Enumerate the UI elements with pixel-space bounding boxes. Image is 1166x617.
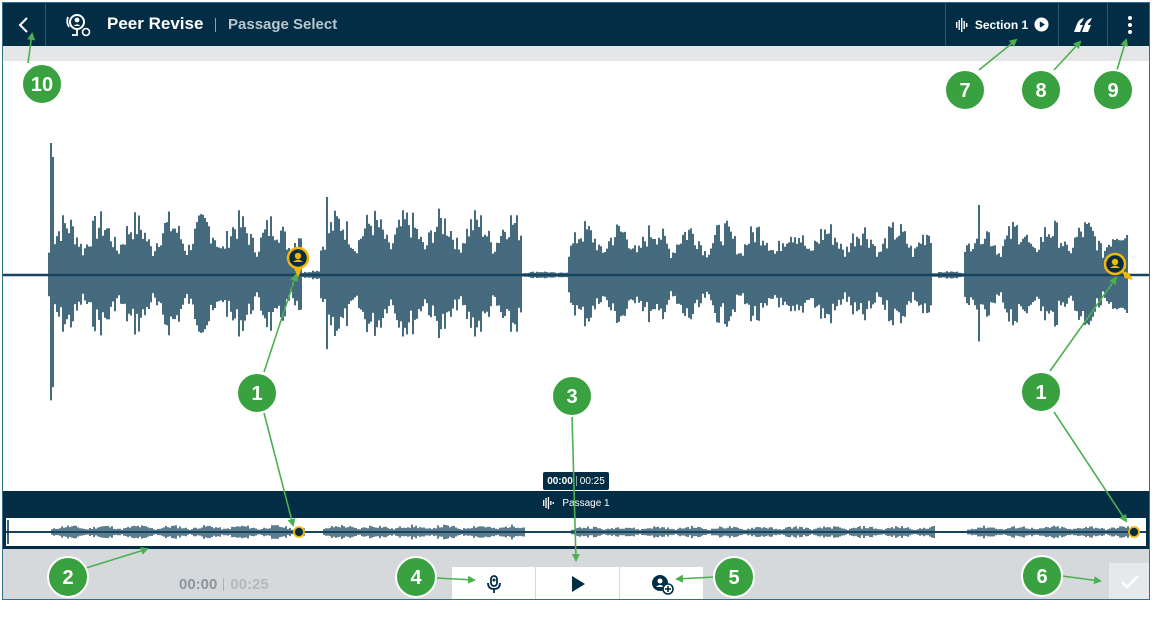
add-comment-button[interactable]: [620, 567, 703, 599]
checkmark-icon: [1121, 575, 1139, 589]
playback-controls: [452, 567, 703, 599]
quote-tool-button[interactable]: [1059, 3, 1107, 46]
time-display: 00:00 00:25: [179, 576, 269, 593]
play-button[interactable]: [536, 567, 620, 599]
quote-tool-icon: [1074, 17, 1092, 32]
marker-pin-icon: [1103, 252, 1133, 280]
peer-revise-icon: [66, 13, 91, 36]
overview-start-marker[interactable]: [293, 526, 305, 538]
more-menu-button[interactable]: [1108, 3, 1149, 46]
tooltip-current-time: 00:00: [547, 475, 573, 487]
kebab-menu-icon: [1127, 15, 1132, 34]
confirm-button[interactable]: [1109, 563, 1149, 599]
divider: [45, 3, 46, 46]
add-comment-icon: [651, 575, 674, 595]
waveform-canvas[interactable]: [3, 61, 1150, 491]
overview-end-marker[interactable]: [1128, 526, 1140, 538]
app-window: Peer Revise Passage Select Section 1 00:…: [2, 2, 1150, 600]
bottom-bar: 00:00 00:25: [3, 549, 1149, 599]
title-divider: [215, 18, 216, 32]
waveform-icon: [955, 17, 968, 32]
microphone-icon: [486, 575, 501, 593]
page-subtitle: Passage Select: [228, 16, 338, 33]
passage-end-marker[interactable]: [1103, 251, 1137, 283]
page-title: Peer Revise: [107, 14, 204, 33]
passage-start-marker[interactable]: [286, 246, 312, 282]
time-tooltip: 00:00 00:25: [543, 472, 609, 490]
main-waveform[interactable]: [3, 61, 1149, 491]
marker-pin-icon: [286, 246, 310, 278]
record-button[interactable]: [452, 567, 536, 599]
section-label: Section 1: [974, 17, 1029, 32]
play-circle-icon: [1034, 17, 1049, 32]
overview-waveform-canvas[interactable]: [6, 518, 1146, 546]
current-time: 00:00: [179, 576, 218, 593]
section-play-button[interactable]: Section 1: [946, 3, 1058, 46]
waveform-icon: [543, 497, 555, 509]
tooltip-total-time: 00:25: [579, 475, 605, 487]
play-icon: [571, 576, 585, 592]
passage-label: Passage 1: [562, 497, 610, 509]
time-divider: [223, 578, 225, 591]
header-strip: [3, 46, 1149, 61]
overview-track[interactable]: [3, 515, 1149, 549]
app-logo: [61, 3, 95, 46]
passage-bar: Passage 1: [3, 491, 1149, 515]
chevron-left-icon: [18, 16, 28, 33]
tooltip-divider: [575, 476, 577, 486]
back-button[interactable]: [3, 3, 45, 46]
top-bar: Peer Revise Passage Select Section 1: [3, 3, 1149, 46]
overview-waveform[interactable]: [6, 518, 1146, 546]
total-time: 00:25: [230, 576, 269, 593]
